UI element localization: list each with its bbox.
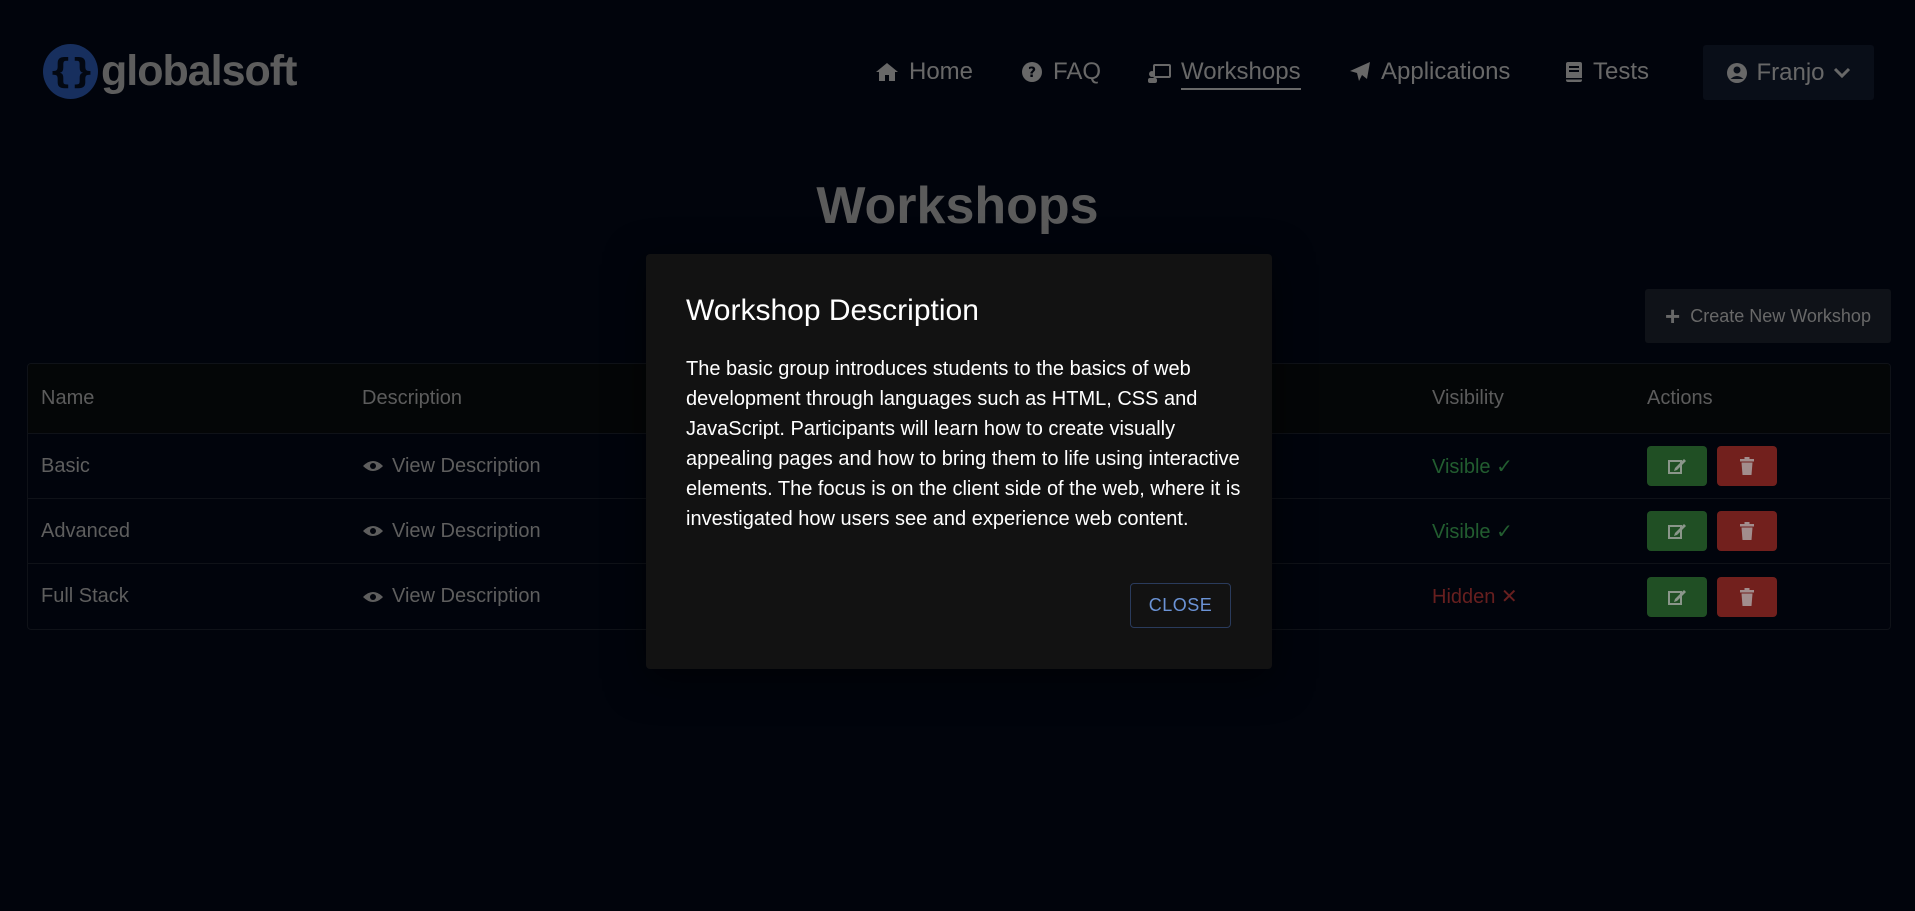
- dialog-title: Workshop Description: [686, 294, 979, 327]
- close-button[interactable]: CLOSE: [1130, 583, 1231, 628]
- dialog-body: The basic group introduces students to t…: [686, 358, 1241, 530]
- workshop-description-dialog: Workshop Description The basic group int…: [646, 254, 1272, 669]
